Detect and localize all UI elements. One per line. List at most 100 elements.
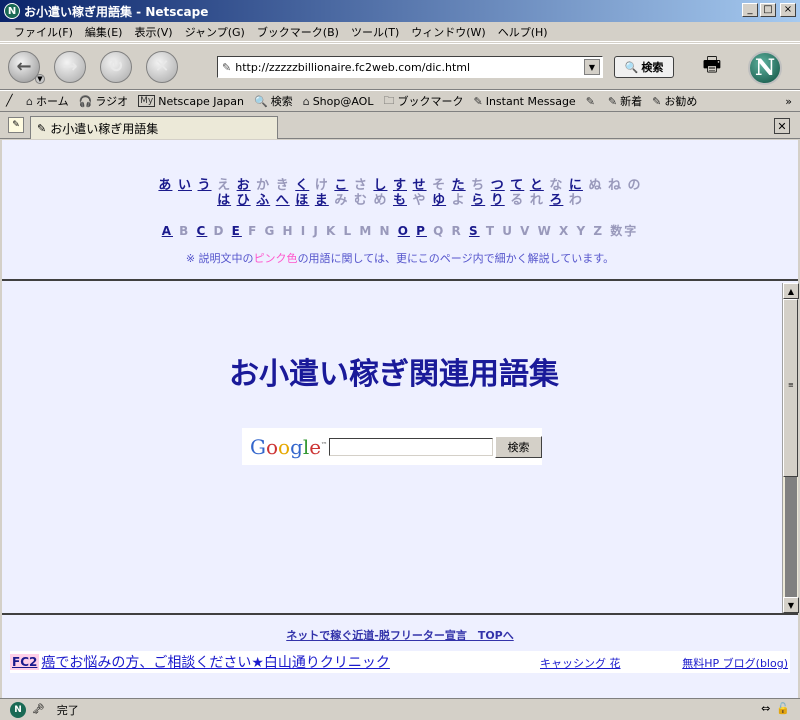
kana-link[interactable]: お [237,178,251,193]
kana-link[interactable]: て [510,178,524,193]
kana-link[interactable]: い [178,178,192,193]
alpha-text: Z [593,224,605,238]
kana-link[interactable]: へ [276,193,290,208]
kana-link[interactable]: う [198,178,212,193]
scroll-up-icon[interactable]: ▲ [783,283,799,299]
kana-link[interactable]: く [295,178,309,193]
more-bookmarks-chevron-icon[interactable]: » [785,95,792,108]
menu-file[interactable]: ファイル(F) [8,24,79,40]
menu-bookmarks[interactable]: ブックマーク(B) [251,24,345,40]
bookmark-home[interactable]: ⌂ ホーム [26,93,69,109]
reload-button[interactable]: ↻ [100,50,132,83]
print-icon[interactable]: 🖶 [697,52,727,82]
forward-button[interactable]: → [54,50,86,83]
note-pink: ピンク色 [253,252,298,265]
kana-link[interactable]: あ [158,178,172,193]
alpha-link[interactable]: S [469,224,480,238]
free-hp-blog-link[interactable]: 無料HP ブログ(blog) [682,655,788,671]
personal-toolbar: ╱ ⌂ ホーム 🎧 ラジオ My Netscape Japan 🔍 検索 ⌂ S… [0,90,800,112]
top-link-container: ネットで稼ぐ近道-脱フリーター宣言 TOPへ [2,627,798,643]
alpha-link[interactable]: C [197,224,208,238]
kana-link[interactable]: す [393,178,407,193]
bookmark-instant-message[interactable]: ✎ Instant Message [473,95,575,108]
kana-link[interactable]: ろ [549,193,563,208]
my-icon: My [138,95,156,107]
vertical-scrollbar[interactable]: ▲ ≡ ▼ [782,283,799,613]
grip-icon: ≡ [788,381,794,389]
alpha-link[interactable]: E [232,224,242,238]
top-page-link[interactable]: ネットで稼ぐ近道-脱フリーター宣言 TOPへ [286,629,513,642]
google-search-button[interactable]: 検索 [495,435,542,458]
bookmark-unnamed[interactable]: ✎ [586,95,598,108]
scroll-down-icon[interactable]: ▼ [783,597,799,613]
bookmark-new[interactable]: ✎ 新着 [608,93,642,109]
bookmark-shop-aol[interactable]: ⌂ Shop@AOL [303,95,374,108]
kana-link[interactable]: ま [315,193,329,208]
netscape-app-icon[interactable]: N [4,3,20,19]
toolbar-grip-icon[interactable]: ╱ [6,94,13,107]
menu-view[interactable]: 表示(V) [128,24,178,40]
kana-link[interactable]: せ [413,178,427,193]
alpha-text: M [359,224,374,238]
bookmark-search[interactable]: 🔍 検索 [254,93,293,109]
alpha-link[interactable]: O [398,224,410,238]
netscape-status-icon[interactable]: N [10,701,26,718]
kana-link[interactable]: り [491,193,505,208]
kana-link[interactable]: と [530,178,544,193]
scroll-track[interactable] [785,477,797,597]
google-search-input[interactable] [329,437,494,456]
bookmark-folder[interactable]: 🗀 ブックマーク [383,92,463,111]
kana-link[interactable]: も [393,193,407,208]
new-tab-icon[interactable]: ✎ [8,117,24,133]
kana-link[interactable]: は [217,193,231,208]
close-tab-button[interactable]: ✕ [774,118,790,134]
alpha-text: D [213,224,226,238]
kana-link[interactable]: た [452,178,466,193]
stop-button[interactable]: ✕ [146,50,178,83]
lock-icon[interactable]: 🔓 [776,702,790,715]
alpha-link[interactable]: P [416,224,427,238]
alpha-text: K [326,224,338,238]
kana-link[interactable]: こ [334,178,348,193]
alpha-link[interactable]: A [162,224,173,238]
netscape-logo[interactable]: N [748,51,782,85]
kana-link[interactable]: ほ [295,193,309,208]
bookmark-netscape-japan[interactable]: My Netscape Japan [138,95,244,108]
kana-link[interactable]: ゆ [432,193,446,208]
menu-edit[interactable]: 編集(E) [79,24,129,40]
kana-link[interactable]: ひ [237,193,251,208]
back-history-dropdown-icon[interactable]: ▼ [35,73,45,84]
cashing-link[interactable]: キャッシング 花 [540,655,621,671]
bookmark-recommended[interactable]: ✎ お勧め [652,93,697,109]
back-button[interactable]: ← ▼ [8,50,45,84]
menu-bar: ファイル(F) 編集(E) 表示(V) ジャンプ(G) ブックマーク(B) ツー… [0,22,800,42]
menu-window[interactable]: ウィンドウ(W) [405,24,491,40]
stop-icon: ✕ [154,56,170,77]
close-button[interactable]: × [780,3,796,17]
kana-link[interactable]: つ [491,178,505,193]
kana-link[interactable]: ら [471,193,485,208]
menu-tools[interactable]: ツール(T) [345,24,405,40]
menu-go[interactable]: ジャンプ(G) [179,24,251,40]
tab-active[interactable]: ✎ お小遣い稼ぎ用語集 [30,116,278,139]
url-dropdown-icon[interactable]: ▼ [584,59,600,75]
search-button[interactable]: 🔍 検索 [614,56,674,78]
headphones-icon: 🎧 [78,94,93,108]
alpha-text: X [559,224,571,238]
alphabet-index: A B C D E F G H I J K L M N O P Q R S T … [2,222,798,239]
url-input[interactable] [235,60,576,74]
url-bar[interactable]: ✎ ▼ [217,56,603,78]
menu-help[interactable]: ヘルプ(H) [492,24,554,40]
kana-link[interactable]: ふ [256,193,270,208]
bookmark-radio[interactable]: 🎧 ラジオ [79,93,128,109]
kana-link[interactable]: に [569,178,583,193]
fc2-link[interactable]: FC2 [10,654,40,670]
clinic-ad-link[interactable]: 癌でお悩みの方、ご相談ください★白山通りクリニック [41,652,390,672]
maximize-button[interactable]: □ [760,3,776,17]
kana-link[interactable]: し [373,178,387,193]
scroll-thumb[interactable]: ≡ [783,299,798,477]
minimize-button[interactable]: _ [742,3,758,17]
security-key-icon[interactable]: 🗝 [32,704,45,715]
connection-icon[interactable]: ⇔ [761,702,770,715]
alpha-text: N [379,224,392,238]
